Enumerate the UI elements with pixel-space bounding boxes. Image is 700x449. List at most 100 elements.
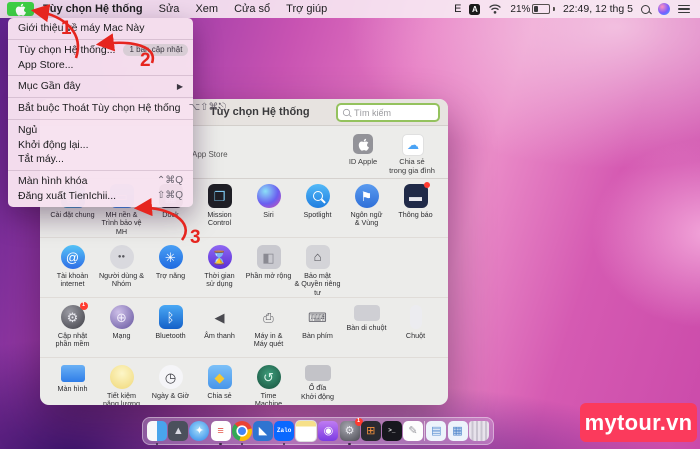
dock-item-calculator[interactable]: ⊞ bbox=[361, 421, 381, 441]
dock-item-reminders[interactable]: ≡ bbox=[211, 421, 231, 441]
pref-bluetooth[interactable]: ᛒBluetooth bbox=[146, 298, 195, 357]
app-menus: Sửa Xem Cửa sổ Trợ giúp bbox=[143, 3, 328, 15]
wifi-icon[interactable] bbox=[488, 4, 502, 14]
input-method-badge[interactable]: A bbox=[469, 4, 480, 15]
running-indicator bbox=[156, 443, 159, 446]
battery-indicator[interactable]: 21% bbox=[510, 4, 555, 15]
notification-badge: 1 bbox=[80, 302, 88, 310]
dock-item-textedit[interactable]: ✎ bbox=[403, 421, 423, 441]
dock-item-podcasts[interactable]: ◉ bbox=[318, 421, 338, 441]
family-sharing-icon[interactable]: ☁ bbox=[402, 134, 424, 156]
terminal-icon: >_ bbox=[382, 421, 402, 441]
apple-menu-item-restart[interactable]: Khởi động lại... bbox=[8, 138, 193, 153]
podcasts-icon: ◉ bbox=[318, 421, 338, 441]
menu-item-label: App Store... bbox=[18, 59, 183, 71]
pref-date-time[interactable]: ◷Ngày & Giờ bbox=[146, 358, 195, 405]
pref-spotlight[interactable]: Spotlight bbox=[293, 177, 342, 237]
pref-network[interactable]: ⊕Mạng bbox=[97, 298, 146, 357]
menu-tro-giup[interactable]: Trợ giúp bbox=[286, 3, 327, 15]
bluetooth-icon: ᛒ bbox=[159, 305, 183, 329]
spotlight-icon bbox=[306, 184, 330, 208]
apple-logo-icon bbox=[358, 138, 369, 151]
pref-sharing[interactable]: ◆Chia sẻ bbox=[195, 358, 244, 405]
menu-cua-so[interactable]: Cửa sổ bbox=[234, 3, 270, 15]
menu-bar: Tùy chọn Hệ thống Sửa Xem Cửa sổ Trợ giúp E… bbox=[0, 0, 700, 18]
apple-menu-button[interactable] bbox=[7, 2, 34, 16]
pref-internet-accounts[interactable]: @Tài khoản internet bbox=[48, 238, 97, 297]
apple-menu-item-force-quit[interactable]: Bắt buộc Thoát Tùy chọn Hệ thống⌥⇧⌘⎋ bbox=[8, 101, 193, 116]
pref-displays[interactable]: Màn hình bbox=[48, 358, 97, 405]
siri-menu-icon[interactable] bbox=[658, 3, 670, 15]
input-source-indicator[interactable]: E bbox=[454, 3, 461, 15]
dock-item-vscode[interactable]: ◣ bbox=[253, 421, 273, 441]
pref-keyboard[interactable]: ⌨Bàn phím bbox=[293, 298, 342, 357]
menu-xem[interactable]: Xem bbox=[195, 3, 218, 15]
dock-item-finder[interactable] bbox=[147, 421, 167, 441]
extensions-label: Phần mở rộng bbox=[246, 272, 292, 280]
running-indicator bbox=[348, 443, 351, 446]
siri-icon bbox=[257, 184, 281, 208]
menu-app-name[interactable]: Tùy chọn Hệ thống bbox=[43, 3, 143, 15]
menu-separator bbox=[8, 97, 193, 98]
language-region-label: Ngôn ngữ & Vùng bbox=[351, 211, 383, 228]
dock-item-safari[interactable]: ✦ bbox=[189, 421, 209, 441]
keyboard-shortcut: ⌃⌘Q bbox=[157, 175, 183, 187]
apple-menu-item-app-store[interactable]: App Store... bbox=[8, 58, 193, 73]
startup-disk-icon bbox=[305, 365, 331, 381]
calculator-icon: ⊞ bbox=[361, 421, 381, 441]
apple-menu-item-shut-down[interactable]: Tắt máy... bbox=[8, 152, 193, 167]
dock-menu-bar-label: Dock bbox=[162, 211, 178, 219]
pref-trackpad[interactable]: Bàn di chuột bbox=[342, 298, 391, 357]
desktop: Tùy chọn Hệ thống Tìm kiếm App Store ID … bbox=[0, 0, 700, 449]
dock-item-trash[interactable] bbox=[469, 421, 489, 441]
update-count-badge: 1 bản cập nhật bbox=[123, 44, 188, 55]
menu-bar-clock[interactable]: 22:49, 12 thg 5 bbox=[563, 3, 633, 15]
preferences-row: ⚙1Cập nhật phần mềm⊕MạngᛒBluetooth◀Âm th… bbox=[40, 297, 448, 357]
trackpad-label: Bàn di chuột bbox=[347, 324, 387, 332]
search-field[interactable]: Tìm kiếm bbox=[336, 103, 440, 122]
apple-menu-item-recent-items[interactable]: Mục Gần đây▶ bbox=[8, 79, 193, 94]
search-placeholder: Tìm kiếm bbox=[354, 108, 391, 118]
apple-menu-item-lock-screen[interactable]: Màn hình khóa⌃⌘Q bbox=[8, 174, 193, 189]
sharing-icon: ◆ bbox=[208, 365, 232, 389]
pref-users-groups[interactable]: ●●Người dùng & Nhóm bbox=[97, 238, 146, 297]
dock-item-chrome[interactable] bbox=[232, 421, 252, 441]
dock-item-stack-documents[interactable]: ▤ bbox=[426, 421, 446, 441]
preferences-row: @Tài khoản internet●●Người dùng & Nhóm✳T… bbox=[40, 237, 448, 297]
pref-energy-saver[interactable]: Tiết kiệm năng lượng bbox=[97, 358, 146, 405]
apple-menu-item-log-out[interactable]: Đăng xuất TienIchii...⇧⌘Q bbox=[8, 189, 193, 204]
pref-mouse[interactable]: Chuột bbox=[391, 298, 440, 357]
pref-startup-disk[interactable]: Ổ đĩa Khởi động bbox=[293, 358, 342, 405]
pref-extensions[interactable]: ◧Phần mở rộng bbox=[244, 238, 293, 297]
pref-notifications[interactable]: ▬Thông báo bbox=[391, 177, 440, 237]
mission-control-label: Mission Control bbox=[207, 211, 231, 228]
pref-security-privacy[interactable]: ⌂Bảo mật & Quyền riêng tư bbox=[293, 238, 342, 297]
control-center-icon[interactable] bbox=[678, 5, 690, 14]
apple-menu-item-system-preferences[interactable]: Tùy chọn Hệ thống...1 bản cập nhật bbox=[8, 43, 193, 58]
pref-printers-scanners[interactable]: ⎙Máy in & Máy quét bbox=[244, 298, 293, 357]
menu-sua[interactable]: Sửa bbox=[159, 3, 180, 15]
menu-separator bbox=[8, 170, 193, 171]
pref-screen-time[interactable]: ⌛Thời gian sử dụng bbox=[195, 238, 244, 297]
dock-item-notes[interactable] bbox=[295, 420, 317, 442]
pref-siri[interactable]: Siri bbox=[244, 177, 293, 237]
apple-menu-item-sleep[interactable]: Ngủ bbox=[8, 123, 193, 138]
apple-id-icon[interactable] bbox=[353, 134, 373, 154]
keyboard-icon: ⌨ bbox=[306, 305, 330, 329]
apple-menu-item-about-this-mac[interactable]: Giới thiệu về máy Mac Này bbox=[8, 21, 193, 36]
pref-accessibility[interactable]: ✳Trợ năng bbox=[146, 238, 195, 297]
dock-item-terminal[interactable]: >_ bbox=[382, 421, 402, 441]
dock-item-stack-screenshots[interactable]: ▦ bbox=[448, 421, 468, 441]
mission-control-icon: ❐ bbox=[208, 184, 232, 208]
pref-software-update[interactable]: ⚙1Cập nhật phần mềm bbox=[48, 298, 97, 357]
pref-time-machine[interactable]: ↺Time Machine bbox=[244, 358, 293, 405]
dock-item-system-preferences[interactable]: ⚙1 bbox=[340, 421, 360, 441]
pref-language-region[interactable]: ⚑Ngôn ngữ & Vùng bbox=[342, 177, 391, 237]
displays-label: Màn hình bbox=[58, 385, 88, 393]
spotlight-menu-icon[interactable] bbox=[641, 5, 650, 14]
energy-saver-label: Tiết kiệm năng lượng bbox=[103, 392, 140, 405]
dock-item-launchpad[interactable]: ▲ bbox=[168, 421, 188, 441]
dock-item-zalo[interactable]: Zalo bbox=[274, 421, 294, 441]
pref-sound[interactable]: ◀Âm thanh bbox=[195, 298, 244, 357]
pref-mission-control[interactable]: ❐ Mission Control bbox=[195, 177, 244, 237]
